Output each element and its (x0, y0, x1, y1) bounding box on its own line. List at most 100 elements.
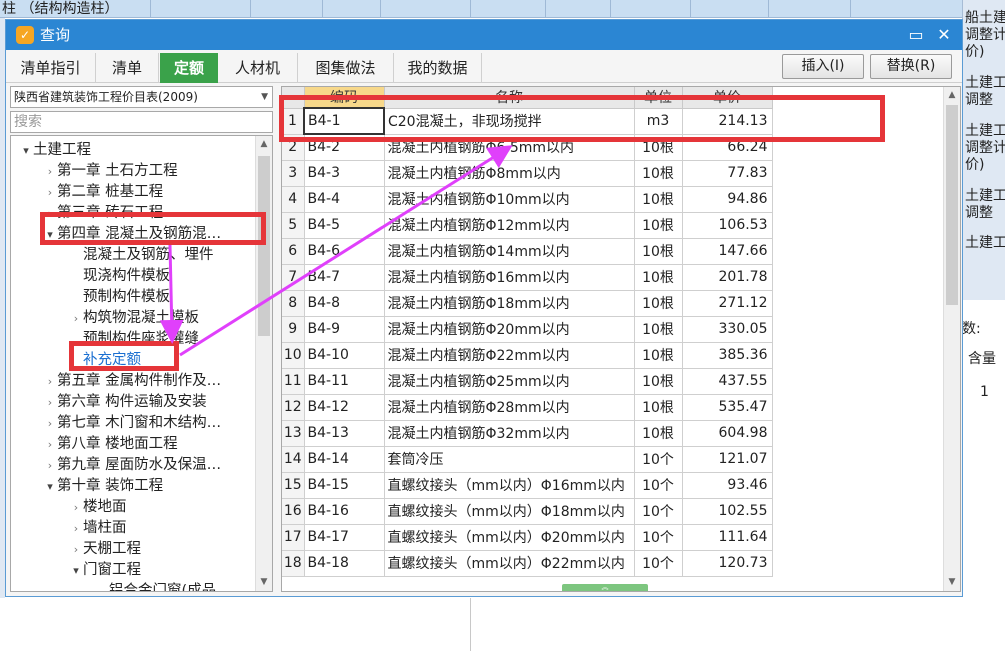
cell-unit[interactable]: m3 (634, 108, 683, 135)
table-row[interactable]: 18 B4-18 直螺纹接头（mm以内）Φ22mm以内 10个 120.73 (282, 550, 773, 577)
row-index[interactable]: 11 (282, 368, 305, 395)
replace-button[interactable]: 替换(R) (870, 54, 952, 79)
cell-code[interactable]: B4-3 (304, 160, 385, 187)
tree-item[interactable]: › 第六章 构件运输及安装 (43, 392, 207, 413)
cell-code[interactable]: B4-15 (304, 472, 385, 499)
cell-code[interactable]: B4-5 (304, 212, 385, 239)
cell-unit[interactable]: 10根 (634, 134, 683, 161)
cell-unit[interactable]: 10根 (634, 160, 683, 187)
cell-name[interactable]: 混凝土内植钢筋Φ32mm以内 (384, 420, 635, 447)
table-row[interactable]: 2 B4-2 混凝土内植钢筋Φ6.5mm以内 10根 66.24 (282, 134, 773, 161)
table-row[interactable]: 15 B4-15 直螺纹接头（mm以内）Φ16mm以内 10个 93.46 (282, 472, 773, 499)
tab-quota[interactable]: 定额 (160, 53, 218, 83)
cell-price[interactable]: 121.07 (682, 446, 773, 473)
row-index[interactable]: 10 (282, 342, 305, 369)
cell-unit[interactable]: 10个 (634, 472, 683, 499)
cell-code[interactable]: B4-6 (304, 238, 385, 265)
tree-item[interactable]: 混凝土及钢筋、埋件 (69, 245, 214, 266)
tab-labor-material[interactable]: 人材机 (218, 53, 298, 83)
tree-item[interactable]: › 第三章 砖石工程 (43, 203, 163, 224)
cell-name[interactable]: C20混凝土，非现场搅拌 (384, 108, 635, 135)
row-index[interactable]: 13 (282, 420, 305, 447)
tree-item[interactable]: 预制构件模板 (69, 287, 170, 308)
cell-price[interactable]: 66.24 (682, 134, 773, 161)
row-index[interactable]: 4 (282, 186, 305, 213)
cell-unit[interactable]: 10根 (634, 316, 683, 343)
cell-unit[interactable]: 10根 (634, 186, 683, 213)
dialog-titlebar[interactable]: ✓ 查询 ▭ ✕ (6, 20, 962, 50)
col-header-code[interactable]: 编码 (304, 87, 385, 109)
tree-item[interactable]: ▾ 土建工程 (19, 140, 91, 161)
cell-code[interactable]: B4-2 (304, 134, 385, 161)
scroll-down-icon[interactable]: ▼ (944, 574, 960, 591)
tree-item[interactable]: › 楼地面 (69, 497, 127, 518)
search-input[interactable] (10, 111, 273, 133)
chevron-right-icon[interactable]: › (69, 308, 83, 329)
panel-collapse-handle[interactable]: ︽ (562, 584, 648, 591)
cell-unit[interactable]: 10根 (634, 238, 683, 265)
cell-name[interactable]: 混凝土内植钢筋Φ6.5mm以内 (384, 134, 635, 161)
row-index[interactable]: 8 (282, 290, 305, 317)
chevron-right-icon[interactable]: › (43, 413, 57, 434)
cell-price[interactable]: 437.55 (682, 368, 773, 395)
table-row[interactable]: 13 B4-13 混凝土内植钢筋Φ32mm以内 10根 604.98 (282, 420, 773, 447)
cell-unit[interactable]: 10个 (634, 446, 683, 473)
chevron-right-icon[interactable]: › (43, 161, 57, 182)
cell-code[interactable]: B4-14 (304, 446, 385, 473)
cell-unit[interactable]: 10根 (634, 394, 683, 421)
cell-unit[interactable]: 10根 (634, 264, 683, 291)
library-select[interactable]: 陕西省建筑装饰工程价目表(2009) ▼ (10, 86, 273, 108)
cell-name[interactable]: 直螺纹接头（mm以内）Φ22mm以内 (384, 550, 635, 577)
cell-price[interactable]: 94.86 (682, 186, 773, 213)
tree-item[interactable]: ▾ 第四章 混凝土及钢筋混… (43, 224, 221, 245)
cell-unit[interactable]: 10个 (634, 550, 683, 577)
cell-name[interactable]: 混凝土内植钢筋Φ16mm以内 (384, 264, 635, 291)
tree-item[interactable]: › 第九章 屋面防水及保温… (43, 455, 221, 476)
cell-unit[interactable]: 10根 (634, 212, 683, 239)
cell-unit[interactable]: 10根 (634, 290, 683, 317)
chevron-right-icon[interactable]: › (43, 455, 57, 476)
cell-price[interactable]: 271.12 (682, 290, 773, 317)
chevron-right-icon[interactable]: › (43, 182, 57, 203)
cell-price[interactable]: 102.55 (682, 498, 773, 525)
tree-item[interactable]: 预制构件座浆灌缝 (69, 329, 199, 350)
chevron-right-icon[interactable]: › (43, 371, 57, 392)
row-index[interactable]: 16 (282, 498, 305, 525)
scroll-up-icon[interactable]: ▲ (944, 87, 960, 104)
table-row[interactable]: 4 B4-4 混凝土内植钢筋Φ10mm以内 10根 94.86 (282, 186, 773, 213)
scroll-thumb[interactable] (258, 156, 270, 336)
row-index[interactable]: 15 (282, 472, 305, 499)
cell-code[interactable]: B4-13 (304, 420, 385, 447)
table-row[interactable]: 16 B4-16 直螺纹接头（mm以内）Φ18mm以内 10个 102.55 (282, 498, 773, 525)
cell-unit[interactable]: 10根 (634, 342, 683, 369)
close-button[interactable]: ✕ (931, 20, 957, 50)
cell-price[interactable]: 214.13 (682, 108, 773, 135)
cell-price[interactable]: 120.73 (682, 550, 773, 577)
cell-name[interactable]: 混凝土内植钢筋Φ12mm以内 (384, 212, 635, 239)
cell-price[interactable]: 111.64 (682, 524, 773, 551)
row-index[interactable]: 18 (282, 550, 305, 577)
row-index[interactable]: 2 (282, 134, 305, 161)
cell-price[interactable]: 147.66 (682, 238, 773, 265)
tab-list-guide[interactable]: 清单指引 (6, 53, 96, 83)
cell-code[interactable]: B4-9 (304, 316, 385, 343)
chevron-right-icon[interactable]: › (69, 497, 83, 518)
table-row[interactable]: 7 B4-7 混凝土内植钢筋Φ16mm以内 10根 201.78 (282, 264, 773, 291)
tree-item[interactable]: › 第八章 楼地面工程 (43, 434, 178, 455)
row-index[interactable]: 17 (282, 524, 305, 551)
table-row[interactable]: 14 B4-14 套筒冷压 10个 121.07 (282, 446, 773, 473)
tree-item[interactable]: ▾ 第十章 装饰工程 (43, 476, 163, 497)
cell-name[interactable]: 混凝土内植钢筋Φ18mm以内 (384, 290, 635, 317)
col-header-name[interactable]: 名称 (384, 87, 635, 109)
minimize-button[interactable]: ▭ (903, 20, 929, 50)
cell-name[interactable]: 混凝土内植钢筋Φ28mm以内 (384, 394, 635, 421)
table-row[interactable]: 9 B4-9 混凝土内植钢筋Φ20mm以内 10根 330.05 (282, 316, 773, 343)
table-row[interactable]: 17 B4-17 直螺纹接头（mm以内）Φ20mm以内 10个 111.64 (282, 524, 773, 551)
row-index[interactable]: 9 (282, 316, 305, 343)
row-index[interactable]: 14 (282, 446, 305, 473)
scroll-up-icon[interactable]: ▲ (256, 136, 272, 153)
tree-item[interactable]: › 第一章 土石方工程 (43, 161, 178, 182)
chevron-down-icon[interactable]: ▾ (69, 560, 83, 581)
chevron-right-icon[interactable]: › (43, 392, 57, 413)
table-row[interactable]: 11 B4-11 混凝土内植钢筋Φ25mm以内 10根 437.55 (282, 368, 773, 395)
